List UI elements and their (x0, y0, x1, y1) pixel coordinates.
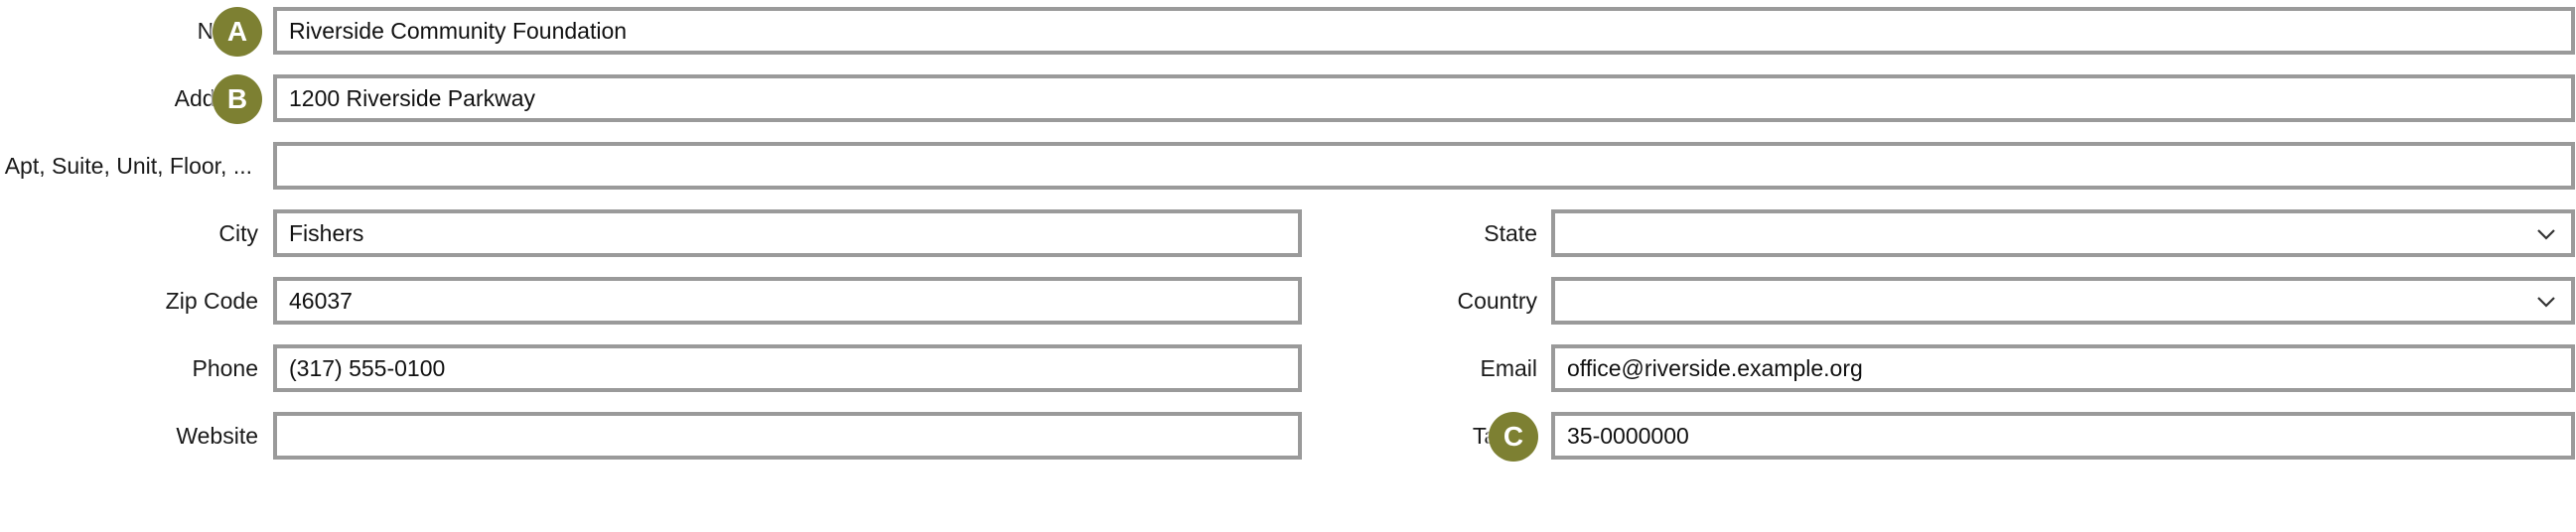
country-label: Country (1457, 288, 1537, 314)
city-input[interactable] (273, 209, 1302, 257)
country-select[interactable] (1551, 277, 2575, 325)
address-line2-label: Apt, Suite, Unit, Floor, ... (4, 153, 252, 179)
city-label: City (218, 220, 258, 246)
state-label: State (1484, 220, 1537, 246)
annotation-badge-b: B (213, 74, 262, 124)
address-line2-input[interactable] (273, 142, 2575, 190)
annotation-badge-c: C (1489, 412, 1538, 462)
state-select[interactable] (1551, 209, 2575, 257)
phone-label: Phone (192, 355, 258, 381)
zip-code-input[interactable] (273, 277, 1302, 325)
email-input[interactable] (1551, 344, 2575, 392)
phone-input[interactable] (273, 344, 1302, 392)
name-input[interactable] (273, 7, 2575, 55)
website-input[interactable] (273, 412, 1302, 460)
chevron-down-icon (2537, 297, 2555, 308)
zip-code-label: Zip Code (165, 288, 258, 314)
annotation-badge-a: A (213, 7, 262, 57)
chevron-down-icon (2537, 229, 2555, 240)
tax-id-input[interactable] (1551, 412, 2575, 460)
website-label: Website (176, 423, 258, 449)
address-input[interactable] (273, 74, 2575, 122)
email-label: Email (1480, 355, 1537, 381)
